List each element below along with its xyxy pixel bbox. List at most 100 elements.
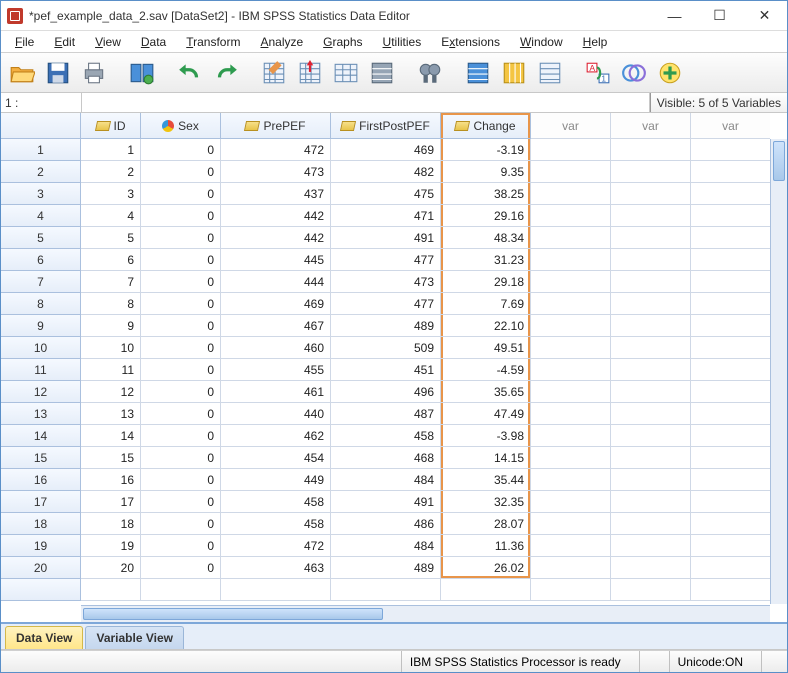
row-header[interactable]: 3 [1,183,81,205]
row-header[interactable]: 15 [1,447,81,469]
print-button[interactable] [77,56,111,90]
cell-empty[interactable] [611,579,691,601]
cell-empty[interactable] [611,381,691,403]
split-file-button[interactable] [533,56,567,90]
cell-empty[interactable] [691,535,770,557]
horizontal-scrollbar[interactable] [81,605,770,622]
insert-cases-button[interactable] [461,56,495,90]
cell-empty[interactable] [691,183,770,205]
recall-dialog-button[interactable] [125,56,159,90]
cell-change[interactable]: 9.35 [441,161,531,183]
row-header[interactable]: 10 [1,337,81,359]
cell-empty[interactable] [691,513,770,535]
cell-sex[interactable]: 0 [141,293,221,315]
row-header[interactable]: 11 [1,359,81,381]
grid-corner[interactable] [1,113,81,139]
cell-sex[interactable]: 0 [141,249,221,271]
column-header-id[interactable]: ID [81,113,141,139]
variables-button[interactable] [329,56,363,90]
cell-empty[interactable] [691,447,770,469]
cell-sex[interactable]: 0 [141,337,221,359]
cell-empty[interactable] [531,161,611,183]
row-header[interactable]: 18 [1,513,81,535]
cell-sex[interactable]: 0 [141,315,221,337]
row-header[interactable]: 17 [1,491,81,513]
cell-change[interactable]: 48.34 [441,227,531,249]
cell-id[interactable]: 9 [81,315,141,337]
cell-sex[interactable]: 0 [141,139,221,161]
cell-id[interactable]: 19 [81,535,141,557]
cell-prepef[interactable]: 440 [221,403,331,425]
cell-prepef[interactable]: 461 [221,381,331,403]
cell-id[interactable]: 15 [81,447,141,469]
cell-id[interactable]: 6 [81,249,141,271]
cell-empty[interactable] [81,579,141,601]
row-header[interactable]: 4 [1,205,81,227]
row-header[interactable]: 2 [1,161,81,183]
row-header[interactable]: 16 [1,469,81,491]
cell-firstpostpef[interactable]: 496 [331,381,441,403]
cell-prepef[interactable]: 473 [221,161,331,183]
menu-transform[interactable]: Transform [176,33,250,51]
cell-prepef[interactable]: 454 [221,447,331,469]
column-header-sex[interactable]: Sex [141,113,221,139]
cell-prepef[interactable]: 463 [221,557,331,579]
cell-empty[interactable] [611,557,691,579]
cell-empty[interactable] [691,381,770,403]
cell-id[interactable]: 4 [81,205,141,227]
cell-empty[interactable] [691,403,770,425]
cell-id[interactable]: 17 [81,491,141,513]
cell-firstpostpef[interactable]: 487 [331,403,441,425]
cell-empty[interactable] [691,271,770,293]
column-header-prepef[interactable]: PrePEF [221,113,331,139]
cell-id[interactable]: 3 [81,183,141,205]
cell-prepef[interactable]: 458 [221,513,331,535]
cell-change[interactable]: -4.59 [441,359,531,381]
cell-empty[interactable] [611,403,691,425]
row-header[interactable]: 7 [1,271,81,293]
cell-empty[interactable] [691,315,770,337]
cell-empty[interactable] [611,535,691,557]
cell-change[interactable]: 28.07 [441,513,531,535]
cell-change[interactable]: -3.98 [441,425,531,447]
cell-firstpostpef[interactable]: 477 [331,293,441,315]
cell-sex[interactable]: 0 [141,447,221,469]
cell-firstpostpef[interactable]: 486 [331,513,441,535]
cell-empty[interactable] [531,403,611,425]
cell-prepef[interactable]: 458 [221,491,331,513]
cell-change[interactable]: 7.69 [441,293,531,315]
cell-empty[interactable] [531,469,611,491]
goto-case-button[interactable] [257,56,291,90]
cell-empty[interactable] [531,513,611,535]
cell-empty[interactable] [531,579,611,601]
cell-sex[interactable]: 0 [141,205,221,227]
cell-empty[interactable] [531,535,611,557]
menu-extensions[interactable]: Extensions [431,33,510,51]
cell-firstpostpef[interactable]: 471 [331,205,441,227]
cell-sex[interactable]: 0 [141,381,221,403]
find-button[interactable] [413,56,447,90]
cell-empty[interactable] [531,139,611,161]
row-header[interactable]: 6 [1,249,81,271]
cell-change[interactable]: 11.36 [441,535,531,557]
cell-firstpostpef[interactable]: 469 [331,139,441,161]
cell-empty[interactable] [611,315,691,337]
cell-id[interactable]: 7 [81,271,141,293]
cell-empty[interactable] [611,425,691,447]
menu-graphs[interactable]: Graphs [313,33,372,51]
cell-change[interactable]: 26.02 [441,557,531,579]
cell-id[interactable]: 10 [81,337,141,359]
cell-sex[interactable]: 0 [141,469,221,491]
cell-sex[interactable]: 0 [141,271,221,293]
cell-prepef[interactable]: 445 [221,249,331,271]
cell-change[interactable]: 38.25 [441,183,531,205]
menu-utilities[interactable]: Utilities [373,33,432,51]
cell-empty[interactable] [691,579,770,601]
cell-prepef[interactable]: 442 [221,227,331,249]
cell-empty[interactable] [611,293,691,315]
cell-empty[interactable] [531,205,611,227]
cell-empty[interactable] [611,491,691,513]
cell-empty[interactable] [691,205,770,227]
cell-firstpostpef[interactable]: 509 [331,337,441,359]
use-sets-button[interactable] [617,56,651,90]
